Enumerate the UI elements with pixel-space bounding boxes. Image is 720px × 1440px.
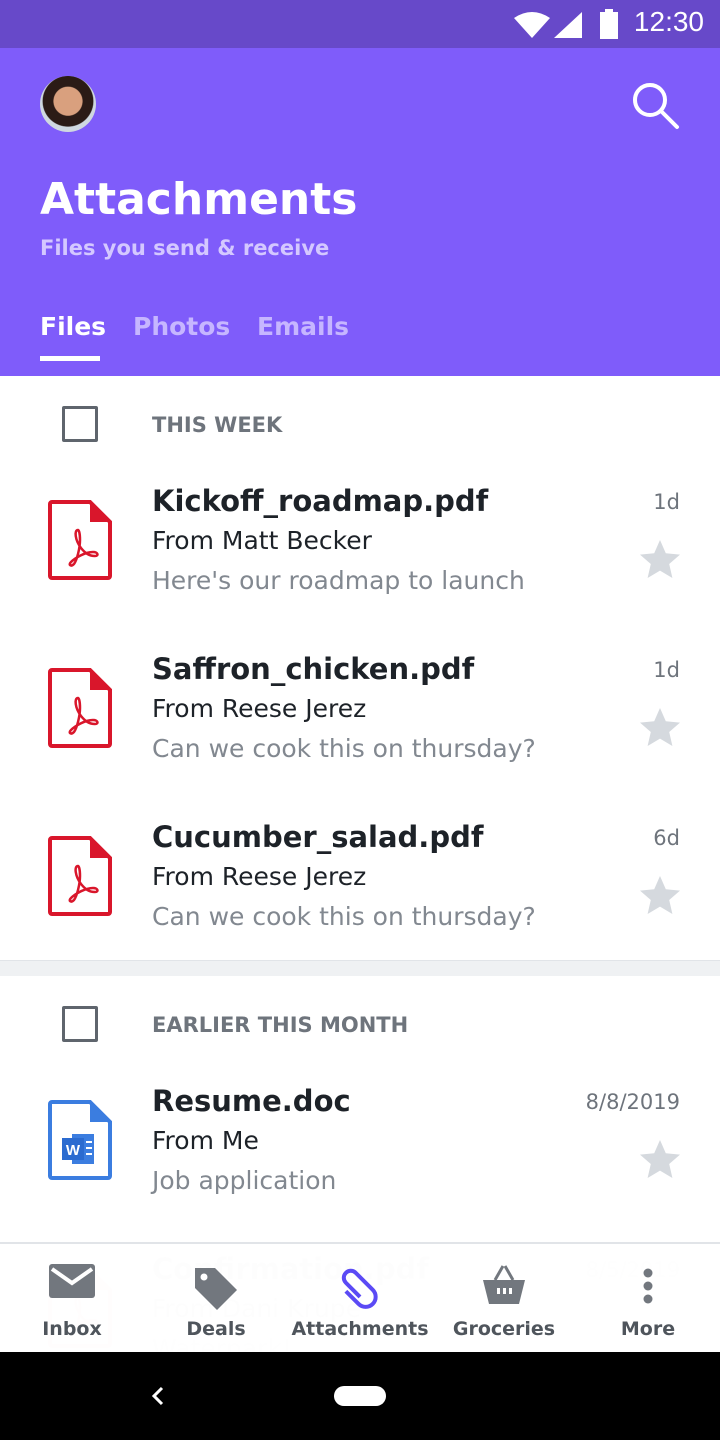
file-name: Kickoff_roadmap.pdf: [152, 484, 489, 518]
section-header: EARLIER THIS MONTH: [0, 976, 720, 1076]
sender: From Matt Becker: [152, 526, 372, 555]
tab-emails[interactable]: Emails: [257, 312, 349, 341]
clock: 12:30: [633, 6, 704, 37]
tab-photos[interactable]: Photos: [133, 312, 230, 341]
attachment-item[interactable]: Saffron_chicken.pdf From Reese Jerez Can w…: [0, 644, 720, 812]
select-all-checkbox[interactable]: [62, 406, 98, 442]
basket-icon: [483, 1265, 525, 1304]
tab-files[interactable]: Files: [40, 312, 106, 341]
mail-icon: [49, 1264, 95, 1298]
home-button[interactable]: [334, 1386, 386, 1406]
bottom-nav: Inbox Deals Attachments Groceries More: [0, 1242, 720, 1352]
avatar[interactable]: [40, 76, 96, 132]
section-label: THIS WEEK: [152, 413, 283, 437]
star-icon[interactable]: [636, 536, 684, 584]
search-icon[interactable]: [630, 80, 682, 132]
sender: From Reese Jerez: [152, 862, 367, 891]
file-name: Saffron_chicken.pdf: [152, 652, 475, 686]
app-header: Attachments Files you send & receive Fil…: [0, 48, 720, 376]
nav-inbox[interactable]: Inbox: [2, 1244, 142, 1354]
nav-groceries[interactable]: Groceries: [434, 1244, 574, 1354]
page-subtitle: Files you send & receive: [40, 236, 330, 260]
file-name: Cucumber_salad.pdf: [152, 820, 484, 854]
date: 6d: [653, 826, 680, 850]
page-title: Attachments: [40, 174, 358, 225]
section-header: THIS WEEK: [0, 376, 720, 476]
sender: From Me: [152, 1126, 259, 1155]
file-name: Resume.doc: [152, 1084, 351, 1118]
nav-deals[interactable]: Deals: [146, 1244, 286, 1354]
attachment-item[interactable]: Cucumber_salad.pdf From Reese Jerez Can we…: [0, 812, 720, 980]
star-icon[interactable]: [636, 1136, 684, 1184]
wifi-icon: [514, 12, 550, 38]
paperclip-icon: [341, 1268, 378, 1309]
more-vertical-icon: [643, 1268, 653, 1304]
battery-icon: [600, 9, 618, 39]
star-icon[interactable]: [636, 704, 684, 752]
star-icon[interactable]: [636, 872, 684, 920]
back-icon[interactable]: [150, 1386, 166, 1406]
system-nav-bar: [0, 1352, 720, 1440]
signal-icon: [554, 12, 582, 38]
sender: From Reese Jerez: [152, 694, 367, 723]
attachment-item[interactable]: W Resume.doc From Me Job application 8/8/201…: [0, 1076, 720, 1244]
section-divider: [0, 960, 720, 976]
snippet: Can we cook this on thursday?: [152, 902, 536, 931]
snippet: Here's our roadmap to launch: [152, 566, 525, 595]
pdf-file-icon: [48, 668, 112, 748]
select-all-checkbox[interactable]: [62, 1006, 98, 1042]
date: 8/8/2019: [585, 1090, 680, 1114]
pdf-file-icon: [48, 836, 112, 916]
date: 1d: [653, 658, 680, 682]
tag-icon: [195, 1268, 237, 1310]
date: 1d: [653, 490, 680, 514]
snippet: Can we cook this on thursday?: [152, 734, 536, 763]
nav-more[interactable]: More: [578, 1244, 718, 1354]
svg-text:W: W: [66, 1142, 81, 1159]
pdf-file-icon: [48, 500, 112, 580]
active-tab-indicator: [40, 356, 100, 361]
section-label: EARLIER THIS MONTH: [152, 1013, 409, 1037]
attachment-item[interactable]: Kickoff_roadmap.pdf From Matt Becker Here'…: [0, 476, 720, 644]
word-doc-icon: W: [48, 1100, 112, 1180]
status-bar: 12:30: [0, 0, 720, 48]
nav-attachments[interactable]: Attachments: [290, 1244, 430, 1354]
snippet: Job application: [152, 1166, 337, 1195]
